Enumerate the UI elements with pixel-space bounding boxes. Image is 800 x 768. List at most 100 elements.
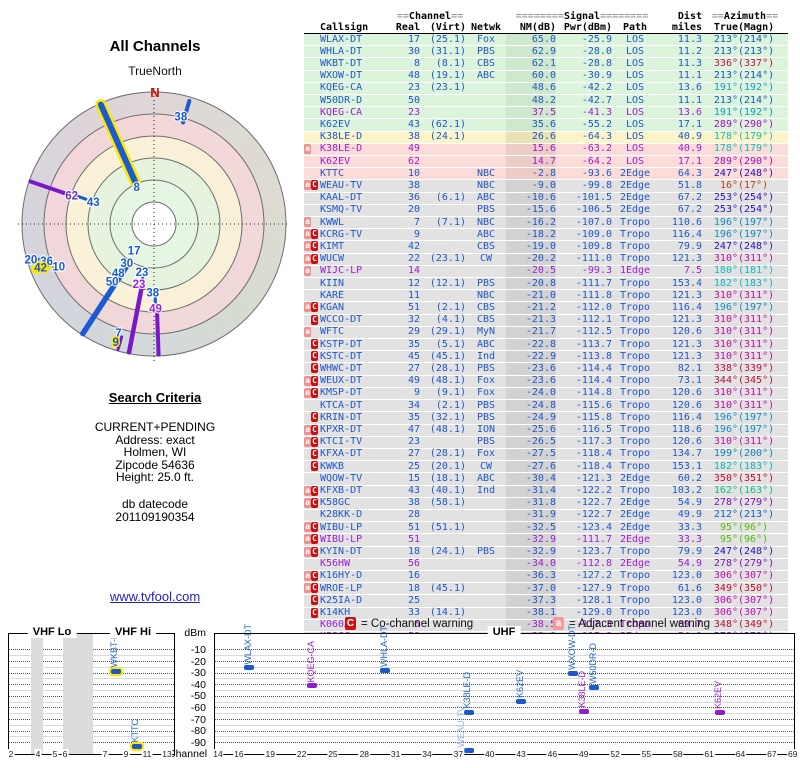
search-criteria: Search Criteria CURRENT+PENDING Address: …: [35, 390, 275, 484]
x-tick-label: 49: [578, 749, 590, 759]
nm-db-cell: -31.8: [506, 497, 556, 510]
callsign-cell: KSTC-DT: [320, 350, 394, 364]
network-cell: PBS: [466, 362, 506, 376]
y-tick-label: -80: [190, 725, 206, 738]
network-cell: ABC: [466, 192, 506, 205]
virtual-channel-cell: (8.1): [420, 57, 466, 71]
azimuth-magnetic-cell: (213°): [738, 45, 788, 59]
callsign-cell: KFXA-DT: [320, 448, 394, 462]
virtual-channel-cell: (6.1): [420, 192, 466, 205]
radar-channel-label: 43: [87, 197, 100, 209]
azimuth-magnetic-cell: (311°): [738, 387, 788, 401]
virtual-channel-cell: [420, 558, 466, 571]
x-tick-label: 67: [766, 749, 778, 759]
azimuth-magnetic-cell: (279°): [738, 558, 788, 571]
power-dbm-cell: -42.2: [556, 82, 612, 96]
search-criteria-line: Holmen, WI: [123, 445, 187, 460]
nm-db-cell: -32.9: [506, 546, 556, 559]
path-cell: Tropo: [612, 399, 658, 413]
nm-db-cell: -22.8: [506, 338, 556, 352]
text-fragment: Channel: [408, 11, 452, 22]
text-fragment: a: [304, 583, 311, 594]
azimuth-true-cell: 196°: [702, 424, 738, 437]
real-channel-cell: 18: [394, 582, 420, 596]
distance-cell: 110.6: [658, 216, 702, 230]
tvfool-link[interactable]: www.tvfool.com: [110, 589, 200, 604]
path-cell: LOS: [612, 45, 658, 59]
distance-cell: 121.3: [658, 314, 702, 327]
text-fragment: C: [311, 534, 318, 545]
x-tick-label: 19: [264, 749, 276, 759]
real-channel-cell: 11: [394, 289, 420, 303]
azimuth-magnetic-cell: (213°): [738, 509, 788, 523]
text-fragment: ==Channel== ========Signal======== Dist …: [304, 11, 788, 34]
x-tick-label: 14: [212, 749, 224, 759]
nm-db-cell: -31.4: [506, 485, 556, 498]
callsign-cell: KTCA-DT: [320, 399, 394, 413]
col-header-miles: miles: [658, 22, 702, 34]
callsign-cell: K62EV: [320, 155, 394, 169]
distance-cell: 116.4: [658, 301, 702, 315]
power-dbm-cell: -113.8: [556, 350, 612, 364]
text-fragment: C: [311, 412, 318, 423]
callsign-cell: WUCW: [320, 253, 394, 266]
azimuth-true-cell: 310°: [702, 399, 738, 413]
table-row: aCWQOW-TV15(18.1)ABC-30.4-121.32Edge60.2…: [304, 472, 788, 486]
path-cell: Tropo: [612, 216, 658, 230]
gridline-minor: [215, 713, 794, 715]
azimuth-true-cell: 213°: [702, 45, 738, 59]
power-dbm-cell: -41.3: [556, 106, 612, 120]
table-row: a C KYIN-DT 18 (24.1) PBS -32.9 -123.7 Tropo 79.9…: [304, 546, 788, 559]
virtual-channel-cell: (2.1): [420, 399, 466, 413]
nm-db-cell: 14.7: [506, 155, 556, 169]
network-cell: [466, 497, 506, 510]
network-cell: ABC: [466, 228, 506, 242]
warning-markers: aC: [304, 143, 320, 157]
nm-db-cell: -18.2: [506, 228, 556, 242]
power-dbm-cell: -93.6: [556, 167, 612, 181]
azimuth-magnetic-cell: (254°): [738, 204, 788, 218]
virtual-channel-cell: [420, 594, 466, 608]
path-cell: Tropo: [612, 570, 658, 584]
radar-channel-label: 38: [146, 288, 159, 300]
warning-markers: aC: [304, 70, 320, 83]
text-fragment: aCWLAX-DT17(25.1)Fox65.0-25.9LOS11.3213°…: [304, 33, 788, 657]
power-dbm-cell: -107.0: [556, 216, 612, 230]
real-channel-cell: 45: [394, 350, 420, 364]
azimuth-true-cell: 182°: [702, 460, 738, 474]
callsign-cell: WHWC-DT: [320, 362, 394, 376]
warning-markers: aC: [304, 216, 320, 230]
distance-cell: 33.3: [658, 521, 702, 535]
virtual-channel-cell: (23.1): [420, 253, 466, 266]
network-cell: PBS: [466, 277, 506, 291]
warning-markers: aC: [304, 619, 320, 632]
radar-channel-label: 23: [136, 267, 149, 279]
y-tick-label: -60: [190, 702, 206, 714]
virtual-channel-cell: [420, 509, 466, 523]
real-channel-cell: 12: [394, 277, 420, 291]
azimuth-true-cell: 306°: [702, 594, 738, 608]
azimuth-magnetic-cell: (163°): [738, 485, 788, 498]
table-row: aCKSTP-DT35(5.1)ABC-22.8-113.7Tropo121.3…: [304, 338, 788, 352]
distance-cell: 11.2: [658, 45, 702, 59]
real-channel-cell: 17: [394, 33, 420, 47]
network-cell: PBS: [466, 204, 506, 218]
warning-markers: aC: [304, 33, 320, 47]
virtual-channel-cell: (12.1): [420, 277, 466, 291]
real-channel-cell: 29: [394, 326, 420, 340]
path-cell: 2Edge: [612, 472, 658, 486]
power-dbm-cell: -122.7: [556, 497, 612, 510]
virtual-channel-cell: [420, 570, 466, 584]
virtual-channel-cell: [420, 94, 466, 108]
table-row: aCK62EV43(62.1) 35.6-55.2LOS17.1289°(290°…: [304, 118, 788, 132]
warning-markers: aC: [304, 167, 320, 181]
y-tick-label: -20: [190, 655, 206, 668]
table-row: a C K58GC 38 (58.1) -31.8 -122.7 2Edge 54.9 278°(…: [304, 497, 788, 510]
warning-markers: aC: [304, 448, 320, 462]
real-channel-cell: 36: [394, 192, 420, 205]
network-cell: [466, 521, 506, 535]
gridline: [215, 742, 794, 744]
warning-markers: aC: [304, 362, 320, 376]
warning-markers: aC: [304, 533, 320, 547]
warning-markers: aC: [304, 314, 320, 327]
